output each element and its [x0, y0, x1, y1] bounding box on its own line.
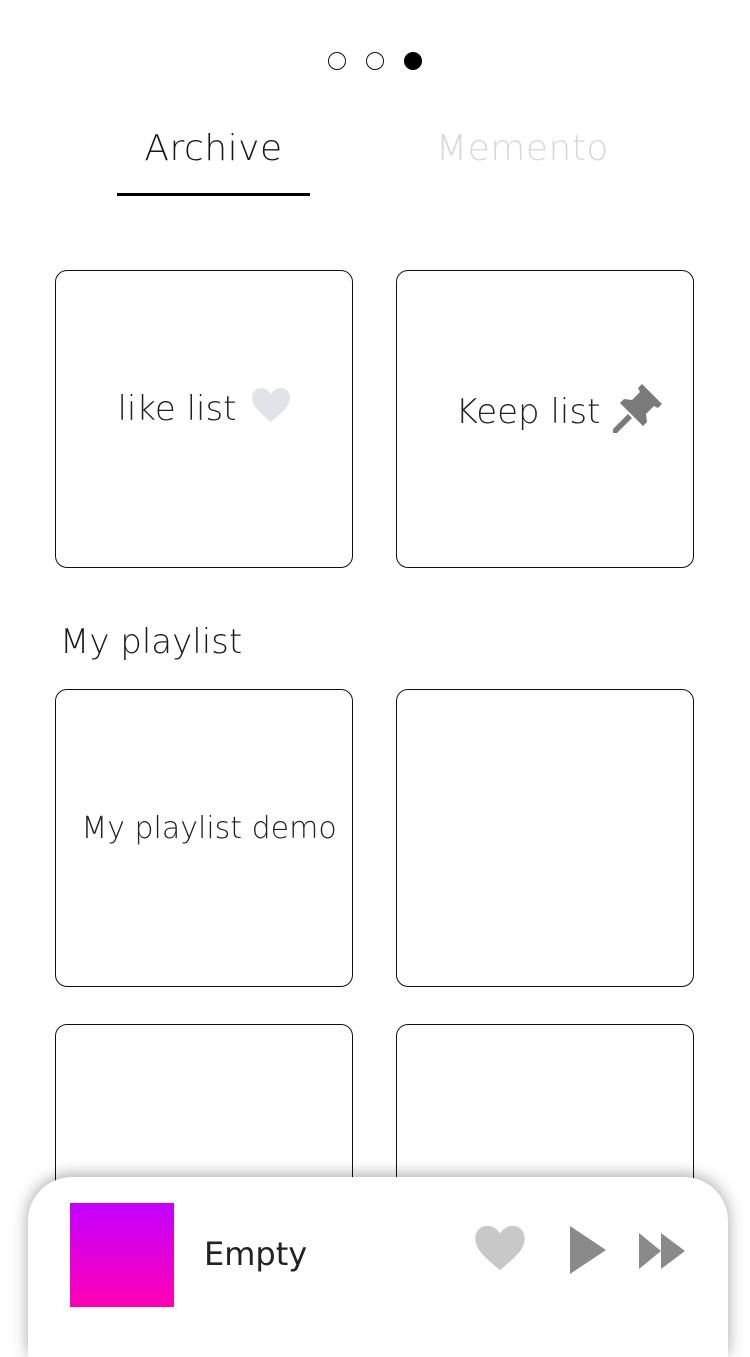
page-dot-2[interactable] — [366, 52, 384, 70]
tab-memento[interactable]: Memento — [430, 128, 615, 169]
keep-list-card[interactable]: Keep list — [396, 270, 694, 568]
tab-archive[interactable]: Archive — [117, 128, 310, 169]
keep-list-label: Keep list — [455, 392, 601, 432]
pin-icon — [612, 382, 664, 443]
my-playlist-section-title: My playlist — [60, 622, 243, 662]
playlist-card[interactable]: My playlist demo — [55, 689, 353, 987]
page-dot-3-active[interactable] — [404, 52, 422, 70]
fast-forward-icon — [638, 1232, 686, 1274]
page-indicator — [0, 52, 750, 70]
like-button[interactable] — [472, 1223, 528, 1277]
active-tab-indicator — [117, 193, 310, 196]
tab-bar: Archive Memento — [0, 128, 750, 198]
playlist-card-label: My playlist demo — [81, 810, 337, 846]
heart-icon — [474, 1224, 526, 1276]
play-icon — [568, 1225, 608, 1279]
next-track-button[interactable] — [636, 1232, 688, 1274]
mini-player[interactable]: Empty — [28, 1177, 728, 1357]
like-list-label: like list — [117, 389, 237, 429]
page-dot-1[interactable] — [328, 52, 346, 70]
like-list-card[interactable]: like list — [55, 270, 353, 568]
track-title: Empty — [204, 1235, 308, 1273]
playlist-card[interactable] — [396, 689, 694, 987]
heart-icon — [251, 387, 291, 432]
play-button[interactable] — [564, 1225, 612, 1279]
album-art[interactable] — [70, 1203, 174, 1307]
